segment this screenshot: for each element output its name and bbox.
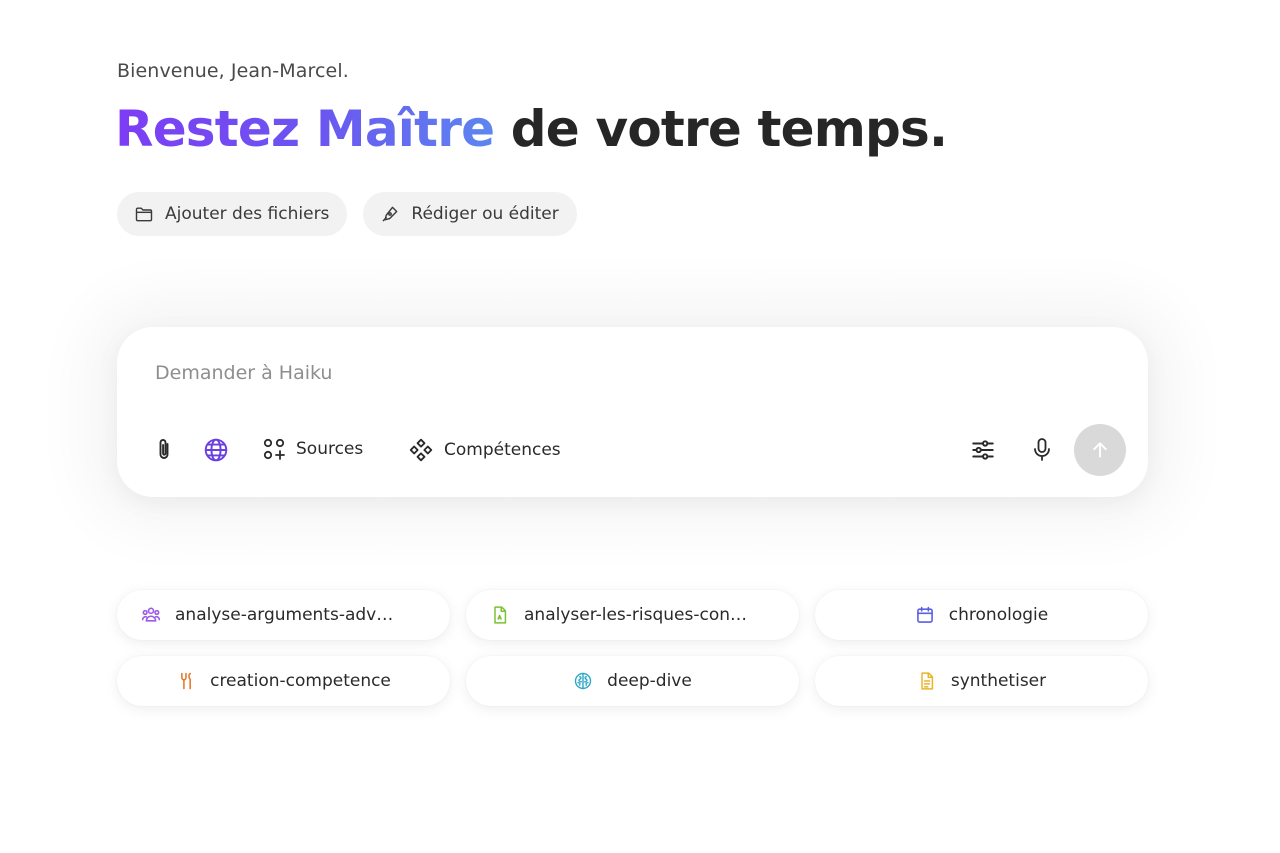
arrow-up-icon [1093, 442, 1107, 458]
brain-icon [574, 672, 592, 690]
microphone-icon [1034, 438, 1050, 461]
suggestion-chips: analyse-arguments-adv… analyser-les-risq… [117, 590, 1148, 706]
document-icon [494, 606, 507, 624]
suggestion-label: deep-dive [607, 671, 692, 691]
page-title: Restez Maître de votre temps. [115, 100, 948, 158]
suggestion-label: chronologie [948, 605, 1049, 625]
competences-button[interactable]: Compétences [408, 437, 561, 463]
settings-button[interactable] [970, 437, 996, 463]
folder-icon [135, 207, 153, 222]
pen-icon [383, 206, 398, 222]
users-icon [141, 607, 161, 622]
calendar-icon [916, 606, 933, 623]
skills-icon [409, 438, 433, 462]
quick-actions: Ajouter des fichiers Rédiger ou éditer [117, 192, 577, 236]
suggestion-label: creation-competence [210, 671, 391, 691]
paperclip-icon [159, 439, 169, 459]
suggestion-chip[interactable]: analyse-arguments-adv… [117, 590, 450, 640]
home-page: Bienvenue, Jean-Marcel. Restez Maître de… [0, 0, 1280, 853]
add-files-button[interactable]: Ajouter des fichiers [117, 192, 348, 236]
sources-label: Sources [296, 439, 364, 459]
suggestion-label: analyse-arguments-adv… [175, 605, 394, 625]
headline-rest: de votre temps. [494, 100, 948, 158]
add-files-label: Ajouter des fichiers [165, 204, 330, 224]
sources-button[interactable]: Sources [262, 437, 363, 461]
globe-icon [204, 438, 228, 462]
suggestion-label: synthetiser [950, 671, 1047, 691]
sliders-icon [972, 440, 994, 460]
suggestion-chip[interactable]: synthetiser [815, 656, 1148, 706]
suggestion-chip[interactable]: analyser-les-risques-con… [466, 590, 799, 640]
web-search-toggle[interactable] [203, 437, 229, 463]
text-document-icon [921, 672, 934, 690]
suggestion-label: analyser-les-risques-con… [524, 605, 748, 625]
microphone-button[interactable] [1030, 437, 1054, 463]
welcome-text: Bienvenue, Jean-Marcel. [117, 60, 349, 82]
tools-icon [181, 672, 192, 690]
prompt-input[interactable] [155, 357, 1095, 389]
suggestion-chip[interactable]: creation-competence [117, 656, 450, 706]
suggestion-chip[interactable]: deep-dive [466, 656, 799, 706]
send-button[interactable] [1074, 424, 1126, 476]
sources-icon [263, 438, 285, 460]
prompt-card: Sources Compétences [117, 327, 1148, 497]
write-edit-button[interactable]: Rédiger ou éditer [363, 192, 577, 236]
suggestion-chip[interactable]: chronologie [815, 590, 1148, 640]
competences-label: Compétences [444, 440, 561, 460]
headline-accent: Restez Maître [115, 100, 495, 158]
attach-button[interactable] [153, 437, 175, 463]
write-edit-label: Rédiger ou éditer [411, 204, 559, 224]
